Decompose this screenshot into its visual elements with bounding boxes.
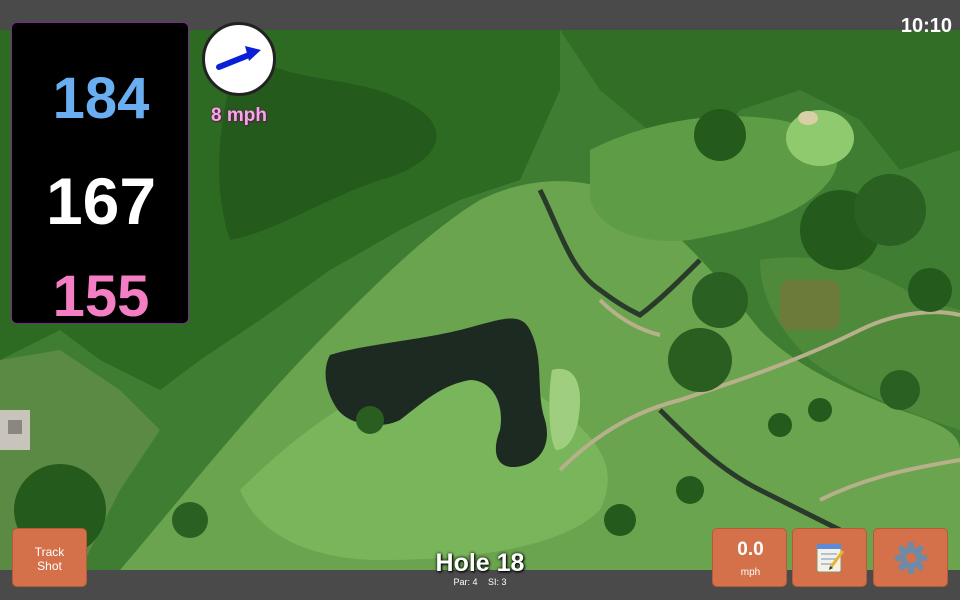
hole-title: Hole 18: [435, 549, 525, 577]
hole-info: Par: 4 SI: 3: [380, 577, 580, 587]
notepad-icon: [816, 543, 845, 573]
back-distance: 184: [52, 66, 150, 131]
speed-button[interactable]: 0.0 mph: [712, 528, 787, 587]
golf-gps-screen: 10:10 184 167 155 8 mph Track Shot Hole …: [0, 0, 960, 600]
track-shot-label-line2: Shot: [37, 559, 62, 573]
track-shot-button[interactable]: Track Shot: [12, 528, 87, 587]
speed-unit: mph: [740, 567, 761, 578]
front-distance: 155: [52, 264, 150, 329]
wind-arrow-icon: [216, 46, 261, 70]
track-shot-label-line1: Track: [34, 545, 65, 559]
distance-panel: 184 167 155: [11, 22, 189, 329]
wind-indicator[interactable]: [202, 22, 276, 96]
wind-speed: 8 mph: [211, 105, 267, 126]
settings-button[interactable]: [873, 528, 948, 587]
middle-distance: 167: [45, 164, 157, 238]
gear-icon: [895, 542, 927, 574]
notes-button[interactable]: [792, 528, 867, 587]
clock: 10:10: [900, 15, 952, 37]
hole-stroke-index: SI: 3: [488, 577, 507, 587]
speed-value: 0.0: [737, 539, 764, 560]
hole-par: Par: 4: [453, 577, 478, 587]
